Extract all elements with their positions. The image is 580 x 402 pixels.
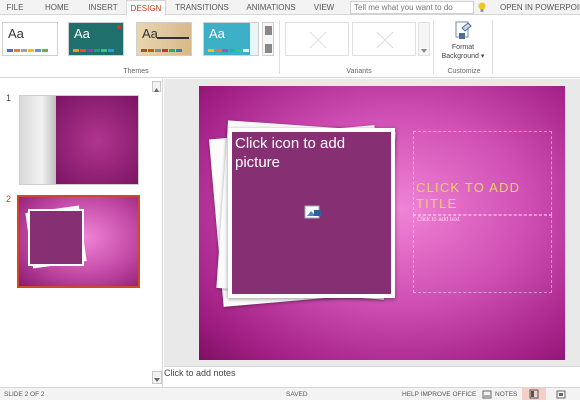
variant-1[interactable] <box>285 22 349 56</box>
tab-animations[interactable]: ANIMATIONS <box>238 0 304 15</box>
notes-pane[interactable]: Click to add notes <box>164 366 580 387</box>
format-background-icon <box>455 21 472 39</box>
lightbulb-icon[interactable] <box>477 1 487 14</box>
theme-accent-mark <box>117 25 121 29</box>
customize-group-label: Customize <box>447 68 481 75</box>
caret-down-icon <box>154 378 160 382</box>
status-bar: SLIDE 2 OF 2 SAVED HELP IMPROVE OFFICE N… <box>0 387 580 400</box>
text-placeholder-box[interactable] <box>413 215 552 293</box>
theme-wood[interactable]: Aa <box>136 22 192 56</box>
scroll-up-button[interactable] <box>152 81 161 92</box>
picture-placeholder[interactable]: Click icon to add picture <box>228 128 395 298</box>
slide-thumbnail-1[interactable] <box>19 95 139 185</box>
tab-transitions[interactable]: TRANSITIONS <box>168 0 236 15</box>
empty-variant-icon <box>376 31 394 49</box>
insert-picture-icon[interactable] <box>304 204 322 220</box>
picture-placeholder-area: Click icon to add picture <box>232 132 391 294</box>
format-background-label-line2: Background ▾ <box>441 53 485 60</box>
slide-counter: SLIDE 2 OF 2 <box>4 391 45 398</box>
format-background-label-line1: Format <box>451 44 475 51</box>
tell-me-search-input[interactable]: Tell me what you want to do <box>350 1 474 14</box>
slide-sorter-icon[interactable] <box>556 390 566 399</box>
tab-home[interactable]: HOME <box>34 0 80 15</box>
theme-office[interactable]: Aa <box>2 22 58 56</box>
slide-thumbnail-2[interactable] <box>17 195 140 288</box>
text-placeholder-text: Click to add text <box>417 217 460 223</box>
thumb-magenta-area <box>56 96 138 184</box>
more-themes-icon[interactable] <box>265 44 272 53</box>
thumb-polaroid-front <box>28 209 84 266</box>
notes-icon[interactable] <box>482 390 492 399</box>
tab-file[interactable]: FILE <box>0 0 30 15</box>
theme-aa-label: Aa <box>142 26 158 41</box>
ribbon-tab-bar: FILE HOME INSERT DESIGN TRANSITIONS ANIM… <box>0 0 580 16</box>
theme-color-swatches <box>7 49 48 52</box>
variants-group-label: Variants <box>346 68 372 75</box>
ribbon: Aa Aa Aa Aa Themes Variants Format Backg… <box>0 16 580 78</box>
tab-insert[interactable]: INSERT <box>80 0 126 15</box>
themes-gallery-scroll[interactable] <box>262 22 274 56</box>
slide-number: 1 <box>6 93 12 103</box>
slide-thumbnail-panel: 1 2 <box>0 79 163 387</box>
tab-view[interactable]: VIEW <box>306 0 342 15</box>
ribbon-separator <box>433 20 434 74</box>
theme-aa-label: Aa <box>209 26 225 41</box>
theme-color-swatches <box>208 49 249 52</box>
theme-color-swatches <box>141 49 182 52</box>
scroll-down-button[interactable] <box>152 371 162 384</box>
notes-toggle-button[interactable]: NOTES <box>495 391 517 398</box>
tab-design[interactable]: DESIGN <box>126 0 166 16</box>
notes-placeholder: Click to add notes <box>164 368 236 378</box>
theme-rule <box>157 37 189 39</box>
scroll-up-icon[interactable] <box>265 26 272 35</box>
variants-more-button[interactable] <box>418 22 430 56</box>
theme-aa-label: Aa <box>8 26 24 41</box>
theme-ion[interactable]: Aa <box>203 22 259 56</box>
picture-placeholder-text: Click icon to add picture <box>235 135 346 171</box>
ribbon-separator <box>492 20 493 74</box>
normal-view-button[interactable] <box>522 388 546 400</box>
caret-up-icon <box>154 88 159 92</box>
saved-status: SAVED <box>286 391 308 398</box>
normal-view-icon <box>529 389 539 399</box>
thumbnail-scrollbar[interactable] <box>150 79 162 387</box>
thumb-gray-band <box>20 96 56 184</box>
slide-number: 2 <box>6 194 12 204</box>
theme-stripe <box>250 23 258 55</box>
thumb-photo-area <box>30 211 82 264</box>
format-background-button[interactable]: Format Background ▾ <box>437 20 489 66</box>
open-in-powerpoint-button[interactable]: OPEN IN POWERPOINT <box>500 0 580 15</box>
empty-variant-icon <box>309 31 327 49</box>
theme-color-swatches <box>73 49 114 52</box>
title-placeholder-text: CLICK TO ADD TITLE <box>416 180 521 211</box>
help-improve-office-link[interactable]: HELP IMPROVE OFFICE <box>402 391 476 398</box>
chevron-down-icon <box>421 49 427 53</box>
themes-group-label: Themes <box>123 68 149 75</box>
theme-teal[interactable]: Aa <box>68 22 124 56</box>
ribbon-separator <box>279 20 280 74</box>
variant-2[interactable] <box>352 22 416 56</box>
theme-aa-label: Aa <box>74 26 90 41</box>
